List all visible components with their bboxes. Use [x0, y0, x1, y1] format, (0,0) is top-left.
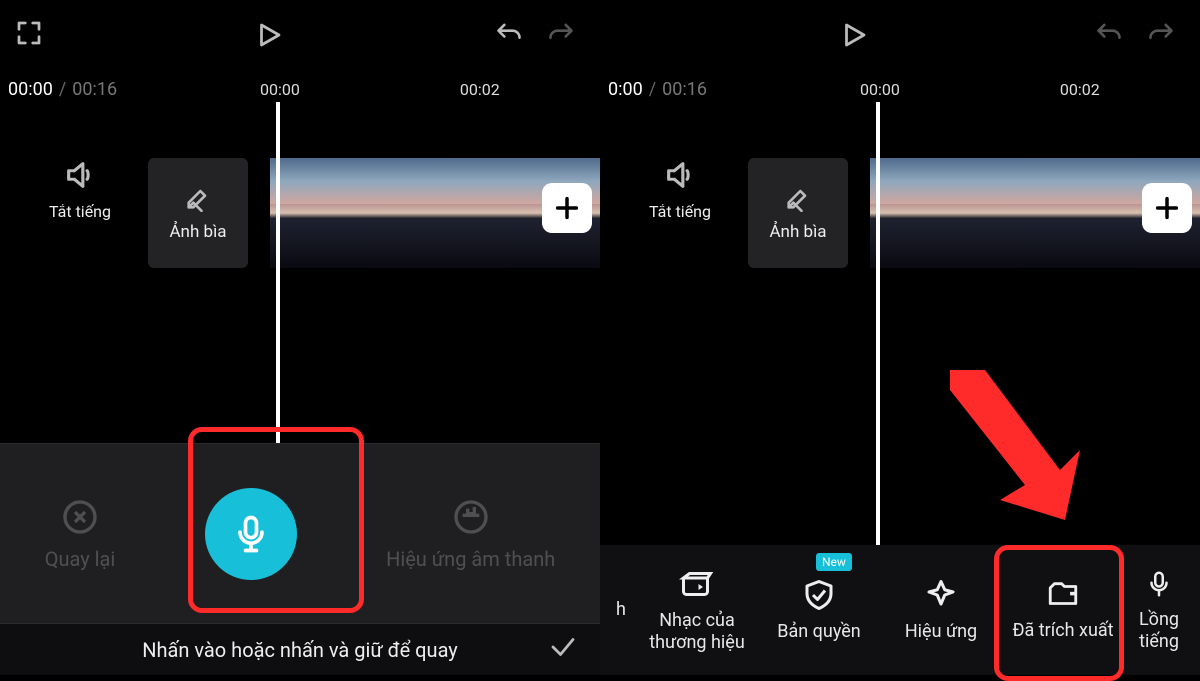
top-bar	[600, 0, 1200, 70]
brand-music-label: Nhạc của thương hiệu	[649, 610, 745, 653]
current-time: 00:00	[8, 79, 53, 100]
timeline-tick: 00:02	[1060, 80, 1100, 99]
record-button[interactable]	[205, 488, 297, 580]
timeline-tick: 00:00	[260, 80, 300, 99]
undo-redo-group	[494, 19, 576, 51]
video-frame	[953, 158, 1036, 268]
mute-button[interactable]: Tắt tiếng	[630, 158, 730, 221]
video-frame	[870, 158, 953, 268]
mute-button[interactable]: Tắt tiếng	[30, 158, 130, 221]
record-hint: Nhấn vào hoặc nhấn và giữ để quay	[142, 638, 458, 662]
current-time: 0:00	[608, 79, 643, 100]
new-badge: New	[816, 553, 852, 571]
timeline-tick: 00:02	[460, 80, 500, 99]
mute-label: Tắt tiếng	[49, 202, 111, 221]
play-button[interactable]	[254, 18, 284, 52]
cover-button[interactable]: Ảnh bìa	[148, 158, 248, 268]
extracted-label: Đã trích xuất	[1012, 620, 1113, 642]
fullscreen-button[interactable]	[14, 18, 44, 52]
add-clip-button[interactable]	[542, 183, 592, 233]
cover-label: Ảnh bìa	[769, 222, 826, 242]
copyright-label: Bản quyền	[777, 621, 860, 643]
annotation-arrow	[930, 360, 1090, 520]
undo-redo-group	[1094, 19, 1176, 51]
record-controls: Quay lại Hiệu ứng âm thanh	[0, 443, 600, 623]
timeline-tick: 00:00	[860, 80, 900, 99]
time-row: 0:00 / 00:16 00:00 00:02	[600, 70, 1200, 108]
video-frame	[270, 158, 353, 268]
undo-record-label: Quay lại	[45, 547, 116, 571]
add-clip-button[interactable]	[1142, 183, 1192, 233]
undo-button[interactable]	[1094, 19, 1124, 51]
mute-label: Tắt tiếng	[649, 202, 711, 221]
timeline[interactable]: Tắt tiếng Ảnh bìa	[0, 138, 600, 298]
cover-label: Ảnh bìa	[169, 222, 226, 242]
video-frame	[1035, 158, 1118, 268]
cover-button[interactable]: Ảnh bìa	[748, 158, 848, 268]
duration: 00:16	[72, 79, 117, 100]
time-row: 00:00 / 00:16 00:00 00:02	[0, 70, 600, 108]
video-frame	[353, 158, 436, 268]
screen-audio-tools: 0:00 / 00:16 00:00 00:02 Tắt tiếng Ảnh b…	[600, 0, 1200, 675]
tool-item-partial[interactable]: h	[606, 545, 636, 675]
effects-label: Hiệu ứng	[905, 621, 977, 643]
screen-record-audio: 00:00 / 00:16 00:00 00:02 Tắt tiếng Ảnh …	[0, 0, 600, 675]
timeline[interactable]: Tắt tiếng Ảnh bìa	[600, 138, 1200, 298]
audio-tool-row: h Nhạc của thương hiệu New Bản quyền Hiệ…	[600, 545, 1200, 675]
sound-fx-label: Hiệu ứng âm thanh	[386, 547, 555, 571]
play-button[interactable]	[839, 18, 869, 52]
voiceover-button[interactable]: Lồng tiếng	[1124, 545, 1194, 675]
undo-record-button[interactable]: Quay lại	[45, 497, 116, 571]
playhead[interactable]	[876, 102, 880, 598]
record-hint-bar: Nhấn vào hoặc nhấn và giữ để quay	[0, 623, 600, 675]
copyright-button[interactable]: New Bản quyền	[758, 545, 880, 675]
duration: 00:16	[662, 79, 707, 100]
effects-button[interactable]: Hiệu ứng	[880, 545, 1002, 675]
undo-button[interactable]	[494, 19, 524, 51]
confirm-button[interactable]	[548, 632, 578, 667]
redo-button[interactable]	[546, 19, 576, 51]
extracted-button[interactable]: Đã trích xuất	[1002, 545, 1124, 675]
top-bar	[0, 0, 600, 70]
voiceover-label: Lồng tiếng	[1124, 609, 1194, 652]
sound-effect-button[interactable]: Hiệu ứng âm thanh	[386, 497, 555, 571]
brand-music-button[interactable]: Nhạc của thương hiệu	[636, 545, 758, 675]
video-frame	[435, 158, 518, 268]
redo-button[interactable]	[1146, 19, 1176, 51]
